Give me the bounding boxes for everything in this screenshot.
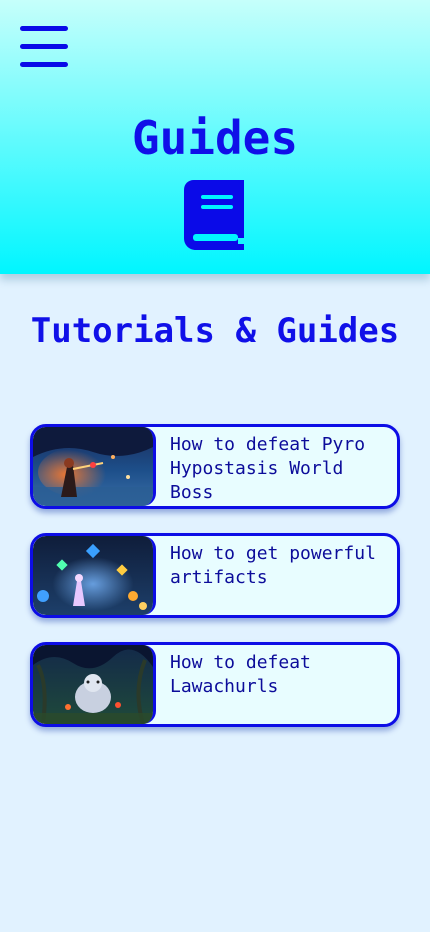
hamburger-menu-icon[interactable] — [20, 26, 68, 68]
guide-label: How to defeat Pyro Hypostasis World Boss — [170, 434, 366, 503]
page-title: Guides — [131, 111, 299, 165]
guide-card-artifacts[interactable]: How to get powerful artifacts — [30, 533, 400, 618]
artifacts-thumbnail — [33, 536, 156, 615]
header: Guides — [0, 0, 430, 274]
menu-bar — [20, 62, 68, 67]
section-title: Tutorials & Guides — [30, 311, 400, 351]
menu-bar — [20, 44, 68, 49]
guide-label: How to defeat Lawachurls — [170, 652, 311, 697]
book-icon — [184, 180, 244, 250]
menu-bar — [20, 26, 68, 31]
pyro-hypostasis-thumbnail — [33, 427, 156, 506]
guide-card-lawachurls[interactable]: How to defeat Lawachurls — [30, 642, 400, 727]
guide-card-pyro-hypostasis[interactable]: How to defeat Pyro Hypostasis World Boss — [30, 424, 400, 509]
guide-list: How to defeat Pyro Hypostasis World Boss — [30, 424, 400, 751]
guide-label: How to get powerful artifacts — [170, 543, 376, 588]
lawachurl-thumbnail — [33, 645, 156, 724]
